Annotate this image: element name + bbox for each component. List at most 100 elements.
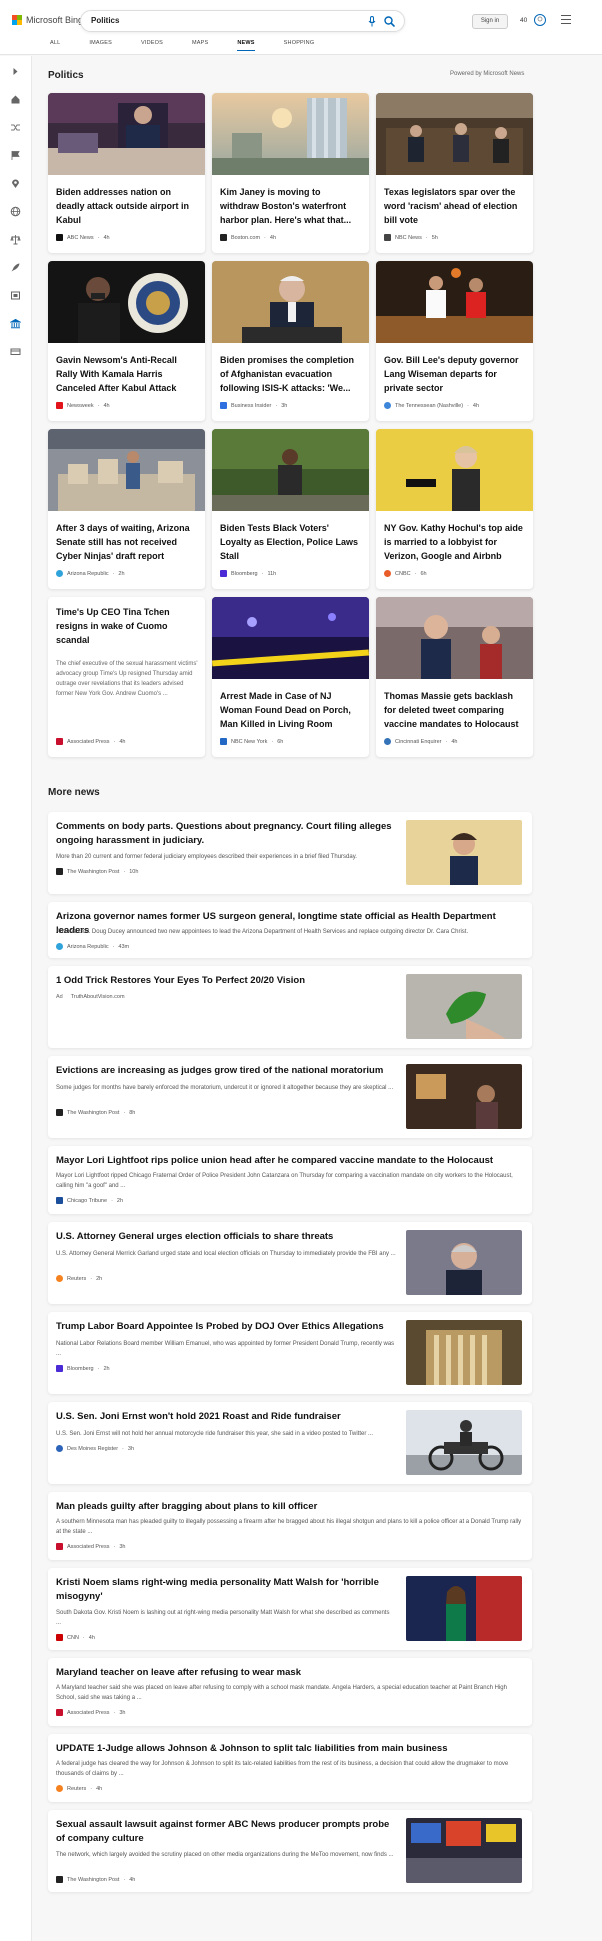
news-list-item[interactable]: Man pleads guilty after bragging about p… xyxy=(48,1492,532,1560)
source-logo-icon xyxy=(384,234,391,241)
location-icon[interactable] xyxy=(10,178,21,189)
news-title[interactable]: Trump Labor Board Appointee Is Probed by… xyxy=(56,1320,396,1334)
globe-icon[interactable] xyxy=(10,206,21,217)
tab-all[interactable]: ALL xyxy=(50,40,60,51)
news-card[interactable]: Kim Janey is moving to withdraw Boston's… xyxy=(212,93,369,253)
microsoft-logo-icon xyxy=(12,15,22,25)
news-title[interactable]: Maryland teacher on leave after refusing… xyxy=(56,1666,526,1680)
card-source: NBC New York · 6h xyxy=(220,738,283,745)
source-logo-icon xyxy=(56,1445,63,1452)
search-icon[interactable] xyxy=(384,16,395,27)
rewards-medal-icon[interactable] xyxy=(533,13,547,27)
news-title[interactable]: Comments on body parts. Questions about … xyxy=(56,820,396,848)
tab-maps[interactable]: MAPS xyxy=(192,40,208,51)
card-title[interactable]: Kim Janey is moving to withdraw Boston's… xyxy=(220,185,362,227)
news-card[interactable]: Biden promises the completion of Afghani… xyxy=(212,261,369,421)
news-title[interactable]: UPDATE 1-Judge allows Johnson & Johnson … xyxy=(56,1742,526,1756)
news-card[interactable]: Biden Tests Black Voters' Loyalty as Ele… xyxy=(212,429,369,589)
sponsored-list-item[interactable]: 1 Odd Trick Restores Your Eyes To Perfec… xyxy=(48,966,532,1048)
source-logo-icon xyxy=(56,1634,63,1641)
news-title[interactable]: U.S. Sen. Joni Ernst won't hold 2021 Roa… xyxy=(56,1410,396,1424)
sign-in-button[interactable]: Sign in xyxy=(472,14,508,29)
flag-icon[interactable] xyxy=(10,150,21,161)
card-image-biden-speech xyxy=(212,261,369,343)
source-logo-icon xyxy=(56,868,63,875)
news-list-item[interactable]: Sexual assault lawsuit against former AB… xyxy=(48,1810,532,1892)
news-card[interactable]: Gavin Newsom's Anti-Recall Rally With Ka… xyxy=(48,261,205,421)
news-list-item[interactable]: Trump Labor Board Appointee Is Probed by… xyxy=(48,1312,532,1394)
news-title[interactable]: Evictions are increasing as judges grow … xyxy=(56,1064,396,1078)
card-image-basketball xyxy=(376,261,533,343)
bing-logo[interactable]: Microsoft Bing xyxy=(12,15,83,25)
home-icon[interactable] xyxy=(10,94,21,105)
tab-news[interactable]: NEWS xyxy=(237,40,255,51)
card-source: Arizona Republic · 2h xyxy=(56,570,125,577)
source-logo-icon xyxy=(56,943,63,950)
news-list-item[interactable]: Kristi Noem slams right-wing media perso… xyxy=(48,1568,532,1650)
news-card[interactable]: Arrest Made in Case of NJ Woman Found De… xyxy=(212,597,369,757)
microphone-icon[interactable] xyxy=(368,16,376,27)
card-image-massie-crowd xyxy=(376,597,533,679)
tab-shopping[interactable]: SHOPPING xyxy=(284,40,315,51)
news-source: Bloomberg · 2h xyxy=(56,1365,110,1372)
card-image-ballot-boxes xyxy=(48,429,205,511)
card-title[interactable]: Biden addresses nation on deadly attack … xyxy=(56,185,198,227)
news-list-item[interactable]: Evictions are increasing as judges grow … xyxy=(48,1056,532,1138)
expand-icon[interactable] xyxy=(10,66,21,77)
tab-images[interactable]: IMAGES xyxy=(89,40,112,51)
card-title[interactable]: After 3 days of waiting, Arizona Senate … xyxy=(56,521,198,563)
card-title[interactable]: Gov. Bill Lee's deputy governor Lang Wis… xyxy=(384,353,526,395)
news-snippet: Mayor Lori Lightfoot ripped Chicago Frat… xyxy=(56,1173,513,1189)
news-list-item[interactable]: UPDATE 1-Judge allows Johnson & Johnson … xyxy=(48,1734,532,1802)
news-card[interactable]: Texas legislators spar over the word 'ra… xyxy=(376,93,533,253)
card-title[interactable]: Thomas Massie gets backlash for deleted … xyxy=(384,689,526,731)
ad-title[interactable]: 1 Odd Trick Restores Your Eyes To Perfec… xyxy=(56,974,396,988)
source-logo-icon xyxy=(220,570,227,577)
card-image-waterfront-towers xyxy=(212,93,369,175)
rewards-count[interactable]: 40 xyxy=(520,17,527,24)
card-title[interactable]: NY Gov. Kathy Hochul's top aide is marri… xyxy=(384,521,526,563)
rocket-icon[interactable] xyxy=(10,262,21,273)
hamburger-menu-icon[interactable] xyxy=(561,15,571,25)
money-icon[interactable] xyxy=(10,346,21,357)
card-title[interactable]: Gavin Newsom's Anti-Recall Rally With Ka… xyxy=(56,353,198,395)
news-source: Chicago Tribune · 2h xyxy=(56,1197,123,1204)
card-title[interactable]: Biden promises the completion of Afghani… xyxy=(220,353,362,395)
card-title[interactable]: Time's Up CEO Tina Tchen resigns in wake… xyxy=(56,605,198,647)
card-title[interactable]: Texas legislators spar over the word 'ra… xyxy=(384,185,526,227)
card-source: Cincinnati Enquirer · 4h xyxy=(384,738,457,745)
news-list-item[interactable]: U.S. Attorney General urges election off… xyxy=(48,1222,532,1304)
card-title[interactable]: Arrest Made in Case of NJ Woman Found De… xyxy=(220,689,362,731)
search-box[interactable]: Politics xyxy=(80,10,405,32)
search-input[interactable]: Politics xyxy=(91,16,119,25)
news-card-text-only[interactable]: Time's Up CEO Tina Tchen resigns in wake… xyxy=(48,597,205,757)
balance-icon[interactable] xyxy=(10,234,21,245)
card-title[interactable]: Biden Tests Black Voters' Loyalty as Ele… xyxy=(220,521,362,563)
news-card[interactable]: Gov. Bill Lee's deputy governor Lang Wis… xyxy=(376,261,533,421)
film-icon[interactable] xyxy=(10,290,21,301)
news-source: The Washington Post · 8h xyxy=(56,1109,135,1116)
news-card[interactable]: Biden addresses nation on deadly attack … xyxy=(48,93,205,253)
news-snippet: A Maryland teacher said she was placed o… xyxy=(56,1685,507,1701)
news-list-item[interactable]: Arizona governor names former US surgeon… xyxy=(48,902,532,958)
news-card[interactable]: Thomas Massie gets backlash for deleted … xyxy=(376,597,533,757)
news-list-item[interactable]: Maryland teacher on leave after refusing… xyxy=(48,1658,532,1726)
source-logo-icon xyxy=(384,738,391,745)
tab-videos[interactable]: VIDEOS xyxy=(141,40,163,51)
news-card[interactable]: NY Gov. Kathy Hochul's top aide is marri… xyxy=(376,429,533,589)
news-title[interactable]: Mayor Lori Lightfoot rips police union h… xyxy=(56,1154,526,1168)
source-logo-icon xyxy=(56,570,63,577)
news-list-item[interactable]: Comments on body parts. Questions about … xyxy=(48,812,532,894)
thumbnail-woman-podium xyxy=(406,1576,522,1641)
news-title[interactable]: Man pleads guilty after bragging about p… xyxy=(56,1500,526,1514)
news-list-item[interactable]: Mayor Lori Lightfoot rips police union h… xyxy=(48,1146,532,1214)
source-logo-icon xyxy=(220,402,227,409)
news-list-item[interactable]: U.S. Sen. Joni Ernst won't hold 2021 Roa… xyxy=(48,1402,532,1484)
news-title[interactable]: U.S. Attorney General urges election off… xyxy=(56,1230,396,1244)
bank-icon[interactable] xyxy=(10,318,21,329)
news-snippet: U.S. Sen. Joni Ernst will not hold her a… xyxy=(56,1431,374,1437)
news-title[interactable]: Sexual assault lawsuit against former AB… xyxy=(56,1818,396,1846)
shuffle-icon[interactable] xyxy=(10,122,21,133)
news-title[interactable]: Kristi Noem slams right-wing media perso… xyxy=(56,1576,396,1604)
news-card[interactable]: After 3 days of waiting, Arizona Senate … xyxy=(48,429,205,589)
